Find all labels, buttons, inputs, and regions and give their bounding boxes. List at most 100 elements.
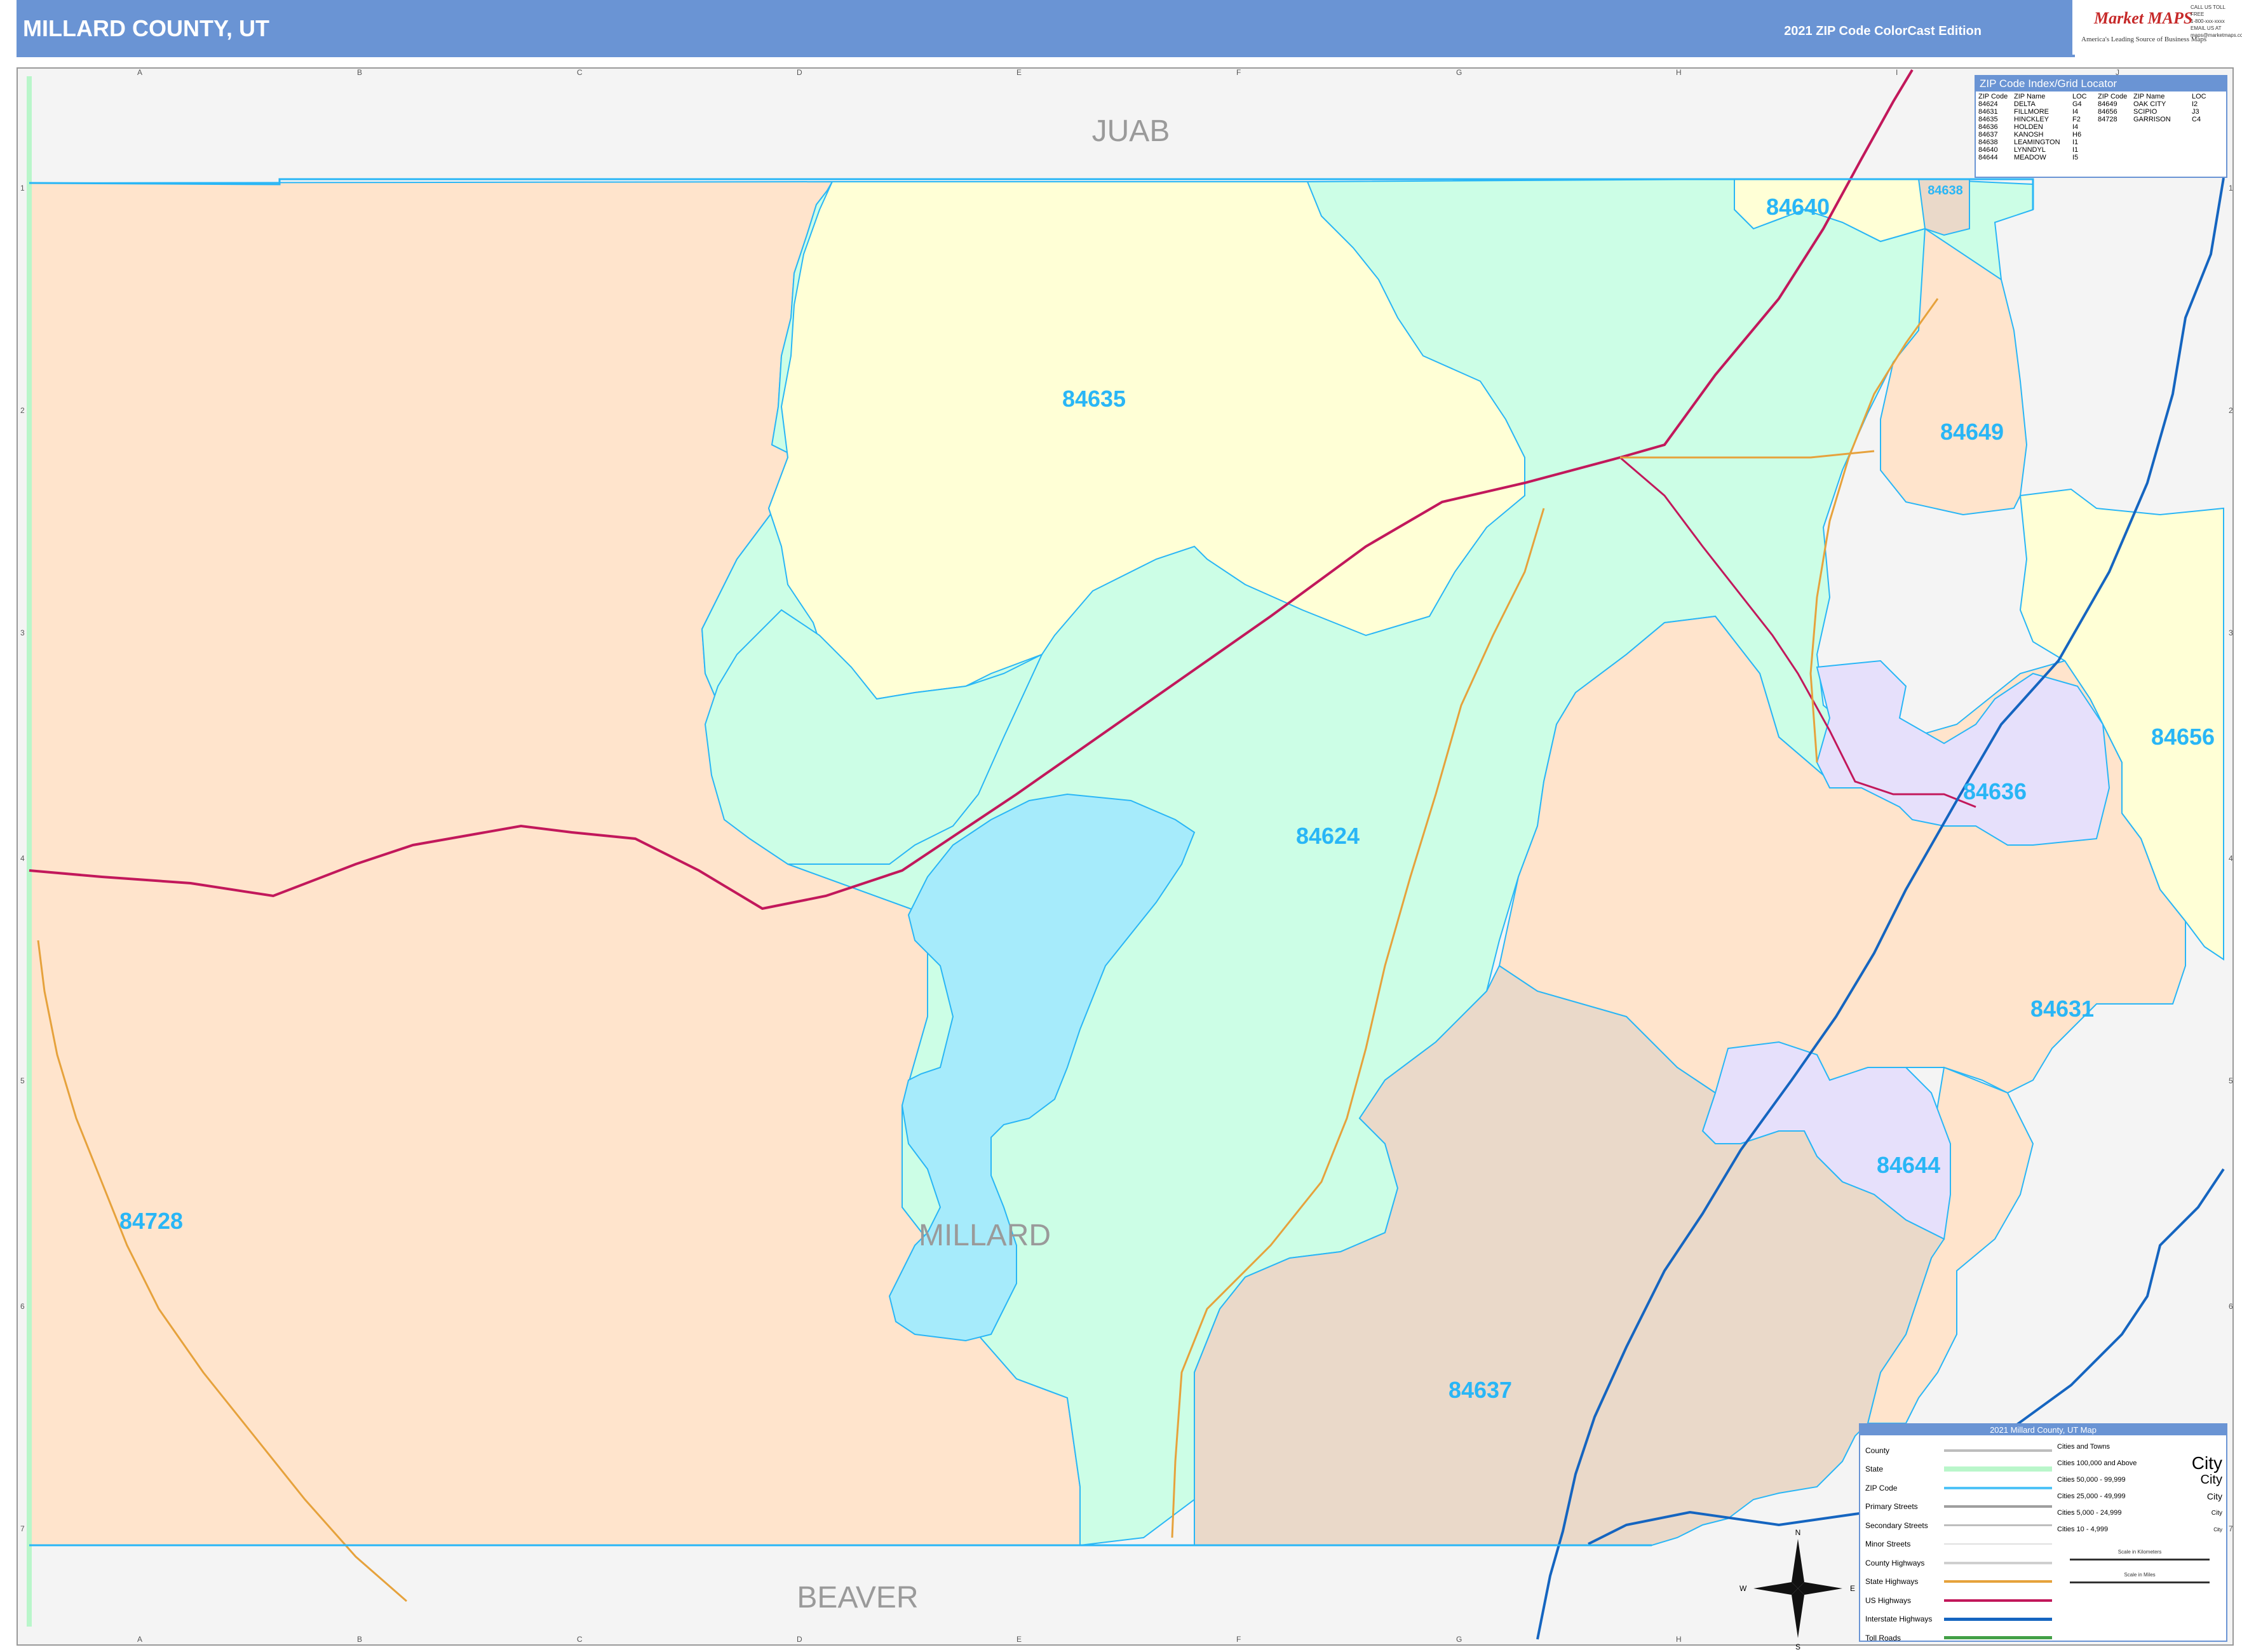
zip-index-cell: J3 bbox=[2192, 108, 2199, 116]
grid-row-label: 5 bbox=[2229, 1076, 2233, 1085]
grid-col-label: F bbox=[1236, 68, 1241, 77]
zip-index-cell: HINCKLEY bbox=[2014, 116, 2050, 123]
legend-row: County Highways bbox=[1865, 1554, 2056, 1573]
zip-index-cell: LEAMINGTON bbox=[2014, 139, 2060, 146]
legend-label: Interstate Highways bbox=[1865, 1615, 1933, 1624]
zip-label: 84635 bbox=[1062, 386, 1126, 412]
zip-index-header: LOC bbox=[2192, 93, 2206, 100]
legend-swatch bbox=[1944, 1505, 2052, 1508]
zip-index-col-zip-2: ZIP Code 84649 84656 84728 bbox=[2098, 93, 2133, 161]
zip-index-cell: G4 bbox=[2072, 100, 2082, 108]
zip-index-cell: SCIPIO bbox=[2133, 108, 2158, 116]
compass-e: E bbox=[1850, 1584, 1855, 1593]
grid-col-label: B bbox=[357, 68, 362, 77]
grid-row-label: 5 bbox=[20, 1076, 25, 1085]
legend-swatch bbox=[1944, 1561, 2052, 1564]
legend-label: Primary Streets bbox=[1865, 1502, 1918, 1512]
grid-row-label: 6 bbox=[2229, 1302, 2233, 1311]
zip-index-header: ZIP Name bbox=[2014, 93, 2046, 100]
legend-label: State Highways bbox=[1865, 1577, 1919, 1587]
zip-index-cell: KANOSH bbox=[2014, 131, 2044, 139]
map-canvas[interactable]: JUAB MILLARD BEAVER 84640 84638 84635 84… bbox=[0, 0, 2242, 1652]
grid-col-label: I bbox=[1896, 68, 1898, 77]
zip-index-title: ZIP Code Index/Grid Locator bbox=[1976, 76, 2226, 91]
zip-index-cell: 84640 bbox=[1978, 146, 1998, 154]
zip-index-col-loc-2: LOC I2 J3 C4 bbox=[2192, 93, 2217, 161]
compass-rose: N E S W bbox=[1739, 1528, 1855, 1651]
legend-label: State bbox=[1865, 1465, 1884, 1474]
zip-index-cell: 84728 bbox=[2098, 116, 2117, 123]
legend-row: Minor Streets bbox=[1865, 1535, 2056, 1554]
zip-index-header: ZIP Code bbox=[1978, 93, 2008, 100]
city-sample: City bbox=[2213, 1526, 2222, 1533]
zip-index-header: ZIP Code bbox=[2098, 93, 2128, 100]
county-label-juab: JUAB bbox=[1092, 114, 1170, 148]
grid-col-label: G bbox=[1456, 68, 1462, 77]
zip-label: 84640 bbox=[1766, 194, 1830, 220]
scale-bars: Scale in Kilometers Scale in Miles bbox=[2063, 1549, 2216, 1606]
zip-index-cell: I5 bbox=[2072, 154, 2079, 161]
zip-index-header: ZIP Name bbox=[2133, 93, 2165, 100]
grid-row-label: 4 bbox=[20, 854, 25, 863]
zip-index-cell: GARRISON bbox=[2133, 116, 2171, 123]
legend-city-row: Cities 50,000 - 99,999 City bbox=[2057, 1472, 2222, 1488]
grid-right-labels: 1 2 3 4 5 6 7 bbox=[2229, 184, 2233, 1533]
city-sample: City bbox=[2191, 1453, 2222, 1473]
legend-row: State Highways bbox=[1865, 1573, 2056, 1592]
zip-index-table: ZIP Code 84624 84631 84635 84636 84637 8… bbox=[1976, 91, 2226, 163]
grid-col-label: C bbox=[577, 1635, 583, 1644]
grid-row-label: 2 bbox=[20, 406, 25, 415]
zip-label: 84631 bbox=[2030, 996, 2094, 1022]
compass-n: N bbox=[1795, 1528, 1801, 1537]
zip-label: 84644 bbox=[1877, 1152, 1940, 1178]
grid-row-label: 7 bbox=[2229, 1524, 2233, 1533]
zip-label: 84656 bbox=[2151, 724, 2215, 750]
grid-col-label: H bbox=[1676, 68, 1682, 77]
legend-label: County bbox=[1865, 1446, 1890, 1455]
grid-row-label: 3 bbox=[20, 628, 25, 637]
zip-index-col-zip: ZIP Code 84624 84631 84635 84636 84637 8… bbox=[1978, 93, 2014, 161]
city-range: Cities 100,000 and Above bbox=[2057, 1459, 2137, 1467]
zip-index-cell: I4 bbox=[2072, 123, 2079, 131]
zip-label: 84636 bbox=[1963, 778, 2027, 804]
scale-mi-bar bbox=[2070, 1581, 2210, 1583]
legend-row: Primary Streets bbox=[1865, 1498, 2056, 1517]
zip-label: 84728 bbox=[119, 1208, 183, 1234]
legend-row: ZIP Code bbox=[1865, 1479, 2056, 1498]
grid-row-label: 1 bbox=[2229, 184, 2233, 193]
grid-row-label: 4 bbox=[2229, 854, 2233, 863]
zip-index-cell: C4 bbox=[2192, 116, 2201, 123]
grid-col-label: E bbox=[1016, 68, 1022, 77]
county-label-millard: MILLARD bbox=[919, 1219, 1051, 1252]
zip-index-cell: I4 bbox=[2072, 108, 2079, 116]
legend-swatch bbox=[1944, 1636, 2052, 1640]
grid-row-label: 3 bbox=[2229, 628, 2233, 637]
legend-label: Toll Roads bbox=[1865, 1633, 1901, 1642]
legend-label: ZIP Code bbox=[1865, 1483, 1898, 1493]
zip-label: 84649 bbox=[1940, 419, 2004, 445]
legend-swatch bbox=[1944, 1617, 2052, 1621]
legend-swatch bbox=[1944, 1449, 2052, 1452]
legend-city-row: Cities 10 - 4,999 City bbox=[2057, 1521, 2222, 1538]
grid-col-label: A bbox=[137, 68, 142, 77]
city-range: Cities 5,000 - 24,999 bbox=[2057, 1509, 2122, 1517]
legend-label: Minor Streets bbox=[1865, 1540, 1911, 1549]
grid-col-label: D bbox=[797, 68, 802, 77]
legend-label: County Highways bbox=[1865, 1558, 1925, 1567]
scale-km-bar bbox=[2070, 1559, 2210, 1561]
city-range: Cities 50,000 - 99,999 bbox=[2057, 1476, 2126, 1484]
grid-bottom-labels: A B C D E F G H I J bbox=[137, 1635, 2119, 1644]
legend-row: Interstate Highways bbox=[1865, 1610, 2056, 1629]
zip-index-cell: 84649 bbox=[2098, 100, 2117, 108]
grid-col-label: G bbox=[1456, 1635, 1462, 1644]
legend-city-row: Cities 100,000 and Above City bbox=[2057, 1453, 2222, 1473]
city-range: Cities 10 - 4,999 bbox=[2057, 1526, 2109, 1533]
grid-row-label: 7 bbox=[20, 1524, 25, 1533]
zip-index-cell: 84656 bbox=[2098, 108, 2117, 116]
city-sample: City bbox=[2211, 1509, 2222, 1517]
zip-index-header: LOC bbox=[2072, 93, 2087, 100]
zip-index-cell: 84644 bbox=[1978, 154, 1998, 161]
legend-city-row: Cities 5,000 - 24,999 City bbox=[2057, 1505, 2222, 1521]
zip-index-cell: F2 bbox=[2072, 116, 2081, 123]
grid-col-label: D bbox=[797, 1635, 802, 1644]
